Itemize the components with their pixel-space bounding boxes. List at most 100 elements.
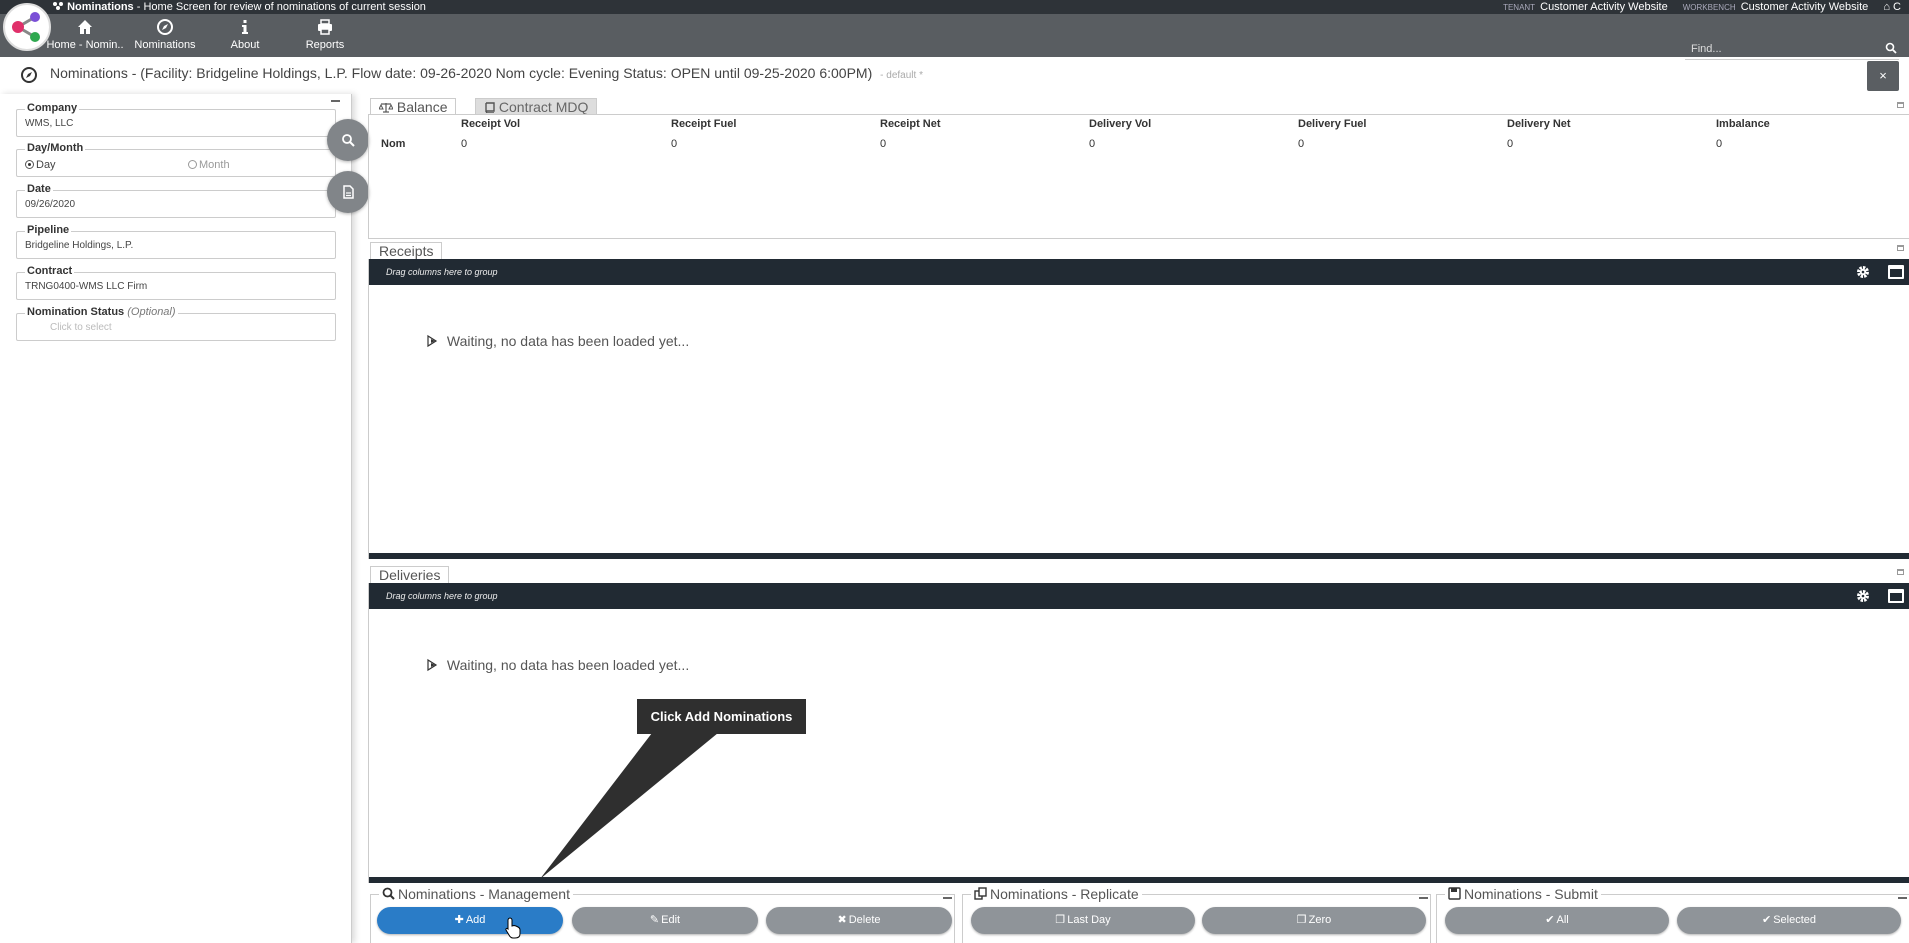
receipts-title: Receipts	[370, 242, 443, 259]
page-header: Nominations - (Facility: Bridgeline Hold…	[0, 60, 1909, 90]
column-header: Receipt Fuel	[671, 118, 737, 130]
page-title-text: Nominations - (Facility: Bridgeline Hold…	[50, 65, 873, 81]
tab-balance[interactable]: Balance	[370, 98, 457, 115]
edit-button-label: Edit	[661, 914, 681, 926]
submit-selected-button[interactable]: ✔ Selected	[1677, 907, 1901, 934]
column-header: Delivery Fuel	[1298, 118, 1367, 130]
day-radio[interactable]: Day	[25, 159, 56, 171]
search-icon[interactable]	[1885, 42, 1897, 54]
edit-icon: ✎	[649, 914, 660, 926]
info-icon	[242, 20, 248, 34]
filter-panel: Company WMS, LLC Day/Month Day Month Dat…	[0, 94, 352, 943]
app-subtitle: - Home Screen for review of nominations …	[136, 1, 426, 13]
receipts-title-text: Receipts	[379, 243, 434, 259]
hand-cursor-icon	[505, 917, 521, 939]
app-name: Nominations	[67, 1, 134, 13]
home-icon	[78, 20, 92, 34]
group-drop-zone[interactable]: Drag columns here to group	[386, 591, 498, 601]
contract-field[interactable]: Contract TRNG0400-WMS LLC Firm	[16, 265, 336, 300]
nav-item-label: Reports	[305, 39, 345, 51]
tab-balance-label: Balance	[396, 99, 448, 115]
collapse-icon[interactable]	[1898, 897, 1907, 899]
nav-item-reports[interactable]: Reports	[285, 16, 365, 57]
last-day-button[interactable]: ❐ Last Day	[971, 907, 1195, 934]
home-icon-small[interactable]: ⌂	[1883, 1, 1890, 13]
radio-selected-icon	[25, 160, 34, 169]
compass-icon	[21, 67, 37, 83]
edit-button[interactable]: ✎ Edit	[572, 907, 758, 934]
nav-item-about[interactable]: About	[205, 16, 285, 57]
fullscreen-icon[interactable]	[1888, 265, 1904, 279]
fullscreen-icon[interactable]	[1888, 589, 1904, 603]
date-field[interactable]: Date 09/26/2020	[16, 183, 336, 218]
table-cell: 0	[1716, 138, 1723, 150]
table-cell: 0	[1089, 138, 1096, 150]
column-header: Receipt Vol	[461, 118, 521, 130]
maximize-icon[interactable]	[1897, 102, 1904, 108]
users-icon	[53, 2, 63, 10]
submit-all-button-label: All	[1556, 914, 1569, 926]
find-placeholder: Find...	[1691, 43, 1722, 55]
tab-contract-mdq[interactable]: Contract MDQ	[475, 98, 598, 115]
copy-icon: ❐	[1055, 914, 1066, 926]
close-icon: ×	[1879, 68, 1887, 83]
date-label: Date	[25, 183, 53, 195]
nav-item-nominations[interactable]: Nominations	[125, 16, 205, 57]
column-header: Delivery Net	[1507, 118, 1571, 130]
search-icon	[382, 887, 395, 900]
maximize-icon[interactable]	[1897, 245, 1904, 251]
gear-icon[interactable]	[1856, 265, 1870, 279]
add-button-label: Add	[465, 914, 486, 926]
app-title: Nominations - Home Screen for review of …	[52, 0, 426, 14]
collapse-icon[interactable]	[331, 100, 340, 102]
tutorial-callout: Click Add Nominations	[637, 699, 806, 734]
plus-icon: ✚	[454, 914, 464, 926]
delete-button[interactable]: ✖ Delete	[766, 907, 952, 934]
submit-all-button[interactable]: ✔ All	[1445, 907, 1669, 934]
company-field[interactable]: Company WMS, LLC	[16, 102, 336, 137]
pipeline-field[interactable]: Pipeline Bridgeline Holdings, L.P.	[16, 224, 336, 259]
nav-item-label: About	[230, 39, 260, 51]
column-header: Delivery Vol	[1089, 118, 1152, 130]
loading-text: Waiting, no data has been loaded yet...	[446, 657, 690, 673]
search-button[interactable]	[327, 119, 369, 161]
loading-text: Waiting, no data has been loaded yet...	[446, 333, 690, 349]
gear-icon[interactable]	[1856, 589, 1870, 603]
layout-default-label[interactable]: - default *	[880, 70, 923, 81]
management-title: Nominations - Management	[379, 886, 573, 902]
balance-table: Receipt Vol Receipt Fuel Receipt Net Del…	[368, 114, 1909, 239]
nav-item-home[interactable]: Home - Nomin..	[45, 16, 125, 57]
month-radio[interactable]: Month	[188, 159, 230, 171]
deliveries-grid-header: Drag columns here to group	[369, 583, 1909, 609]
nav-bar: Home - Nomin.. Nominations About Reports	[0, 14, 1909, 60]
callout-pointer	[540, 733, 718, 879]
contract-label: Contract	[25, 265, 75, 277]
nav-item-label: Home - Nomin..	[46, 39, 124, 51]
column-header: Imbalance	[1716, 118, 1770, 130]
deliveries-title: Deliveries	[370, 566, 450, 583]
maximize-icon[interactable]	[1897, 569, 1904, 575]
table-cell: 0	[1298, 138, 1305, 150]
group-drop-zone[interactable]: Drag columns here to group	[386, 267, 498, 277]
title-bar: Nominations - Home Screen for review of …	[0, 0, 1909, 14]
workbench-tag: WORKBENCH	[1682, 3, 1736, 12]
check-icon: ✔	[1761, 914, 1772, 926]
delete-button-label: Delete	[848, 914, 881, 926]
find-input[interactable]: Find...	[1685, 38, 1899, 60]
contract-value: TRNG0400-WMS LLC Firm	[25, 281, 148, 292]
nomination-status-label-text: Nomination Status	[27, 306, 125, 318]
pipeline-label: Pipeline	[25, 224, 72, 236]
collapse-icon[interactable]	[1419, 897, 1428, 899]
nomination-status-field[interactable]: Nomination Status (Optional) Click to se…	[16, 306, 336, 341]
add-button[interactable]: ✚ Add	[377, 907, 563, 934]
company-value: WMS, LLC	[25, 118, 74, 129]
replicate-group: Nominations - Replicate ❐ Last Day ❐ Zero	[962, 886, 1431, 943]
app-logo[interactable]	[3, 3, 51, 51]
table-cell: 0	[880, 138, 887, 150]
zero-button[interactable]: ❐ Zero	[1202, 907, 1426, 934]
company-label: Company	[25, 102, 80, 114]
close-button[interactable]: ×	[1867, 61, 1899, 91]
save-filter-button[interactable]	[327, 171, 369, 213]
collapse-icon[interactable]	[943, 897, 952, 899]
environment-info: TENANT Customer Activity Website WORKBEN…	[1503, 0, 1901, 15]
